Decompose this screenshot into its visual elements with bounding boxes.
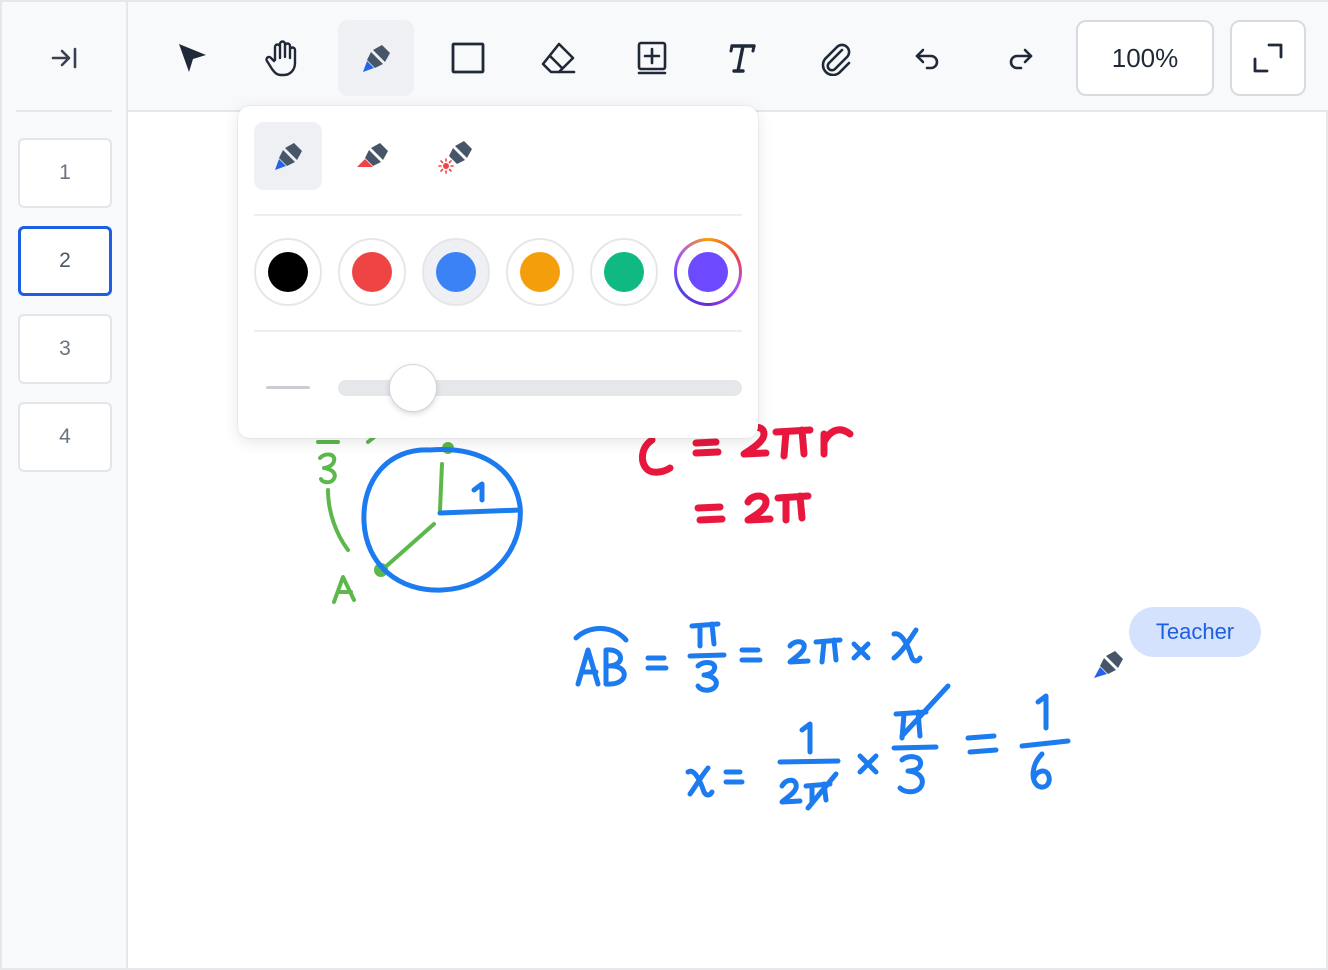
numerator-1b <box>1035 693 1049 731</box>
green-digit-3 <box>318 452 337 485</box>
color-swatch-custom[interactable] <box>674 238 742 306</box>
laser-pointer-icon <box>438 141 472 174</box>
letter-a <box>575 647 601 687</box>
numerator-1 <box>799 721 813 755</box>
pen-type-pen[interactable] <box>254 122 322 190</box>
swatch-fill <box>352 252 392 292</box>
fraction-bar-3 <box>891 744 939 751</box>
arc-over-ab <box>573 626 629 643</box>
color-swatch-black[interactable] <box>254 238 322 306</box>
equals-1 <box>645 655 669 671</box>
red-pi <box>772 426 814 460</box>
swatch-ring <box>677 241 739 303</box>
red-c <box>639 436 674 476</box>
blue-equation-2 <box>685 683 1071 811</box>
green-letter-a <box>332 575 356 604</box>
color-swatch-blue[interactable] <box>422 238 490 306</box>
swatch-fill <box>520 252 560 292</box>
highlighter-icon <box>357 143 388 167</box>
popup-divider <box>254 330 742 332</box>
red-pi-2 <box>774 492 812 524</box>
swatch-fill <box>436 252 476 292</box>
green-radius-a <box>380 522 436 572</box>
red-formula <box>639 423 854 524</box>
swatch-fill <box>688 252 728 292</box>
stroke-width-slider[interactable] <box>338 364 742 412</box>
letter-x-2 <box>685 765 715 798</box>
times-2 <box>857 753 879 775</box>
letter-x <box>891 627 923 664</box>
pen-type-laser[interactable] <box>422 122 490 190</box>
denominator-6 <box>1030 751 1052 790</box>
pen-type-highlighter[interactable] <box>338 122 406 190</box>
equals-3 <box>723 769 745 785</box>
red-2b <box>744 492 774 524</box>
pi-2 <box>813 637 843 665</box>
color-swatch-green[interactable] <box>590 238 658 306</box>
swatch-fill <box>268 252 308 292</box>
red-equals-2 <box>694 503 726 524</box>
red-r <box>820 426 854 458</box>
equals-4 <box>965 733 999 755</box>
fraction-bar-1 <box>687 652 727 659</box>
denominator-3 <box>695 660 719 693</box>
blue-equation-1 <box>573 621 923 693</box>
radius-label-1 <box>471 481 485 503</box>
times-1 <box>851 641 871 661</box>
stroke-width-preview <box>266 386 310 389</box>
pen-options-popup <box>238 106 758 438</box>
letter-b <box>603 647 627 687</box>
pen-icon <box>275 143 302 170</box>
green-radius-b <box>438 462 444 512</box>
fraction-bar-4 <box>1019 738 1071 749</box>
denominator-3b <box>897 754 925 795</box>
equals-2 <box>739 647 763 663</box>
red-equals-1 <box>692 438 722 457</box>
digit-2 <box>787 639 811 665</box>
fraction-bar-2 <box>777 758 841 765</box>
popup-divider <box>254 214 742 216</box>
color-swatch-orange[interactable] <box>506 238 574 306</box>
swatch-fill <box>604 252 644 292</box>
radius-line <box>437 507 523 516</box>
stroke-width-slider-thumb[interactable] <box>388 364 437 412</box>
denominator-2 <box>779 777 803 805</box>
teacher-pen-cursor <box>1094 651 1123 678</box>
collaborator-label: Teacher <box>1129 607 1261 657</box>
color-swatch-red[interactable] <box>338 238 406 306</box>
whiteboard-app: 1 2 3 4 100% Teacher <box>0 0 1328 970</box>
pi-numerator <box>689 621 721 649</box>
green-arc <box>326 488 350 552</box>
